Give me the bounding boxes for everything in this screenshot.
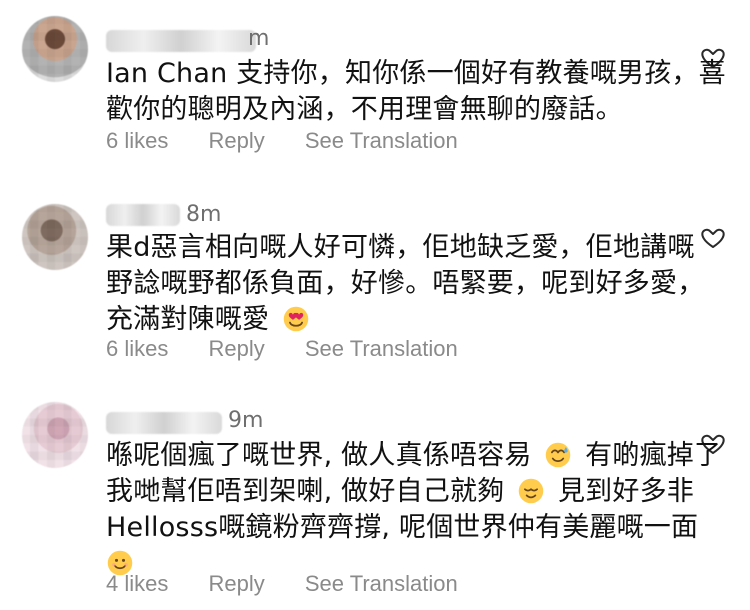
username-redacted <box>106 412 222 434</box>
heart-eyes-emoji-icon <box>283 306 309 332</box>
comment-text-line: 野諗嘅野都係負面，好慘。唔緊要，呢到好多愛， <box>106 268 705 299</box>
comment-text-line: 我哋幫佢唔到架喇, 做好自己就夠 見到好多非 <box>106 474 694 510</box>
likes-count[interactable]: 6 likes <box>106 336 168 361</box>
comment-text-line: Ian Chan 支持你，知你係一個好有教養嘅男孩，喜 <box>106 58 726 89</box>
see-translation-link[interactable]: See Translation <box>305 336 458 361</box>
comment-text-line-part: 見到好多非 <box>557 476 694 507</box>
comment-text-line-part: 充滿對陳嘅愛 <box>106 304 270 335</box>
see-translation-link[interactable]: See Translation <box>305 128 458 153</box>
comment-meta: 6 likes Reply See Translation <box>106 336 492 362</box>
comment-text-line: 充滿對陳嘅愛 <box>106 302 686 338</box>
likes-count[interactable]: 4 likes <box>106 571 168 596</box>
likes-count[interactable]: 6 likes <box>106 128 168 153</box>
heart-icon <box>701 228 725 248</box>
comment-time: 8m <box>186 202 222 227</box>
reply-link[interactable]: Reply <box>208 336 264 361</box>
avatar[interactable] <box>22 16 88 82</box>
comment-text-line: Hellosss嘅鏡粉齊齊撐, 呢個世界仲有美麗嘅一面 <box>106 512 699 543</box>
see-translation-link[interactable]: See Translation <box>305 571 458 596</box>
avatar[interactable] <box>22 402 88 468</box>
avatar-pixelation <box>22 16 88 82</box>
relieved-emoji-icon <box>518 478 544 504</box>
avatar[interactable] <box>22 204 88 270</box>
avatar-pixelation <box>22 402 88 468</box>
comment-text-line-part: 我哋幫佢唔到架喇, 做好自己就夠 <box>106 476 505 507</box>
username-redacted <box>106 204 180 226</box>
comment-meta: 4 likes Reply See Translation <box>106 571 492 597</box>
sweat-smile-emoji-icon <box>546 442 571 468</box>
comment-text-line: 果d惡言相向嘅人好可憐，佢地缺乏愛，佢地講嘅 <box>106 232 695 263</box>
avatar-pixelation <box>22 204 88 270</box>
comment-text-line-part: 喺呢個瘋了嘅世界, 做人真係唔容易 <box>106 440 532 471</box>
comment-text-line: 歡你的聰明及內涵，不用理會無聊的廢話。 <box>106 94 623 125</box>
like-heart-button[interactable] <box>701 226 725 250</box>
comment-text: Ian Chan 支持你，知你係一個好有教養嘅男孩，喜 歡你的聰明及內涵，不用理… <box>106 56 726 128</box>
comment-text-line-part: 有啲瘋掉了 <box>585 440 722 471</box>
comment-text: 喺呢個瘋了嘅世界, 做人真係唔容易 有啲瘋掉了 我哋幫佢唔到架喇, 做好自己就夠… <box>106 438 721 582</box>
comment-text-line: 喺呢個瘋了嘅世界, 做人真係唔容易 有啲瘋掉了 <box>106 438 721 474</box>
reply-link[interactable]: Reply <box>208 128 264 153</box>
reply-link[interactable]: Reply <box>208 571 264 596</box>
comment-time: m <box>248 26 270 51</box>
username-redacted <box>106 30 256 52</box>
comment-time: 9m <box>228 408 264 433</box>
comment-meta: 6 likes Reply See Translation <box>106 128 492 154</box>
comment-text: 果d惡言相向嘅人好可憐，佢地缺乏愛，佢地講嘅 野諗嘅野都係負面，好慘。唔緊要，呢… <box>106 230 705 338</box>
